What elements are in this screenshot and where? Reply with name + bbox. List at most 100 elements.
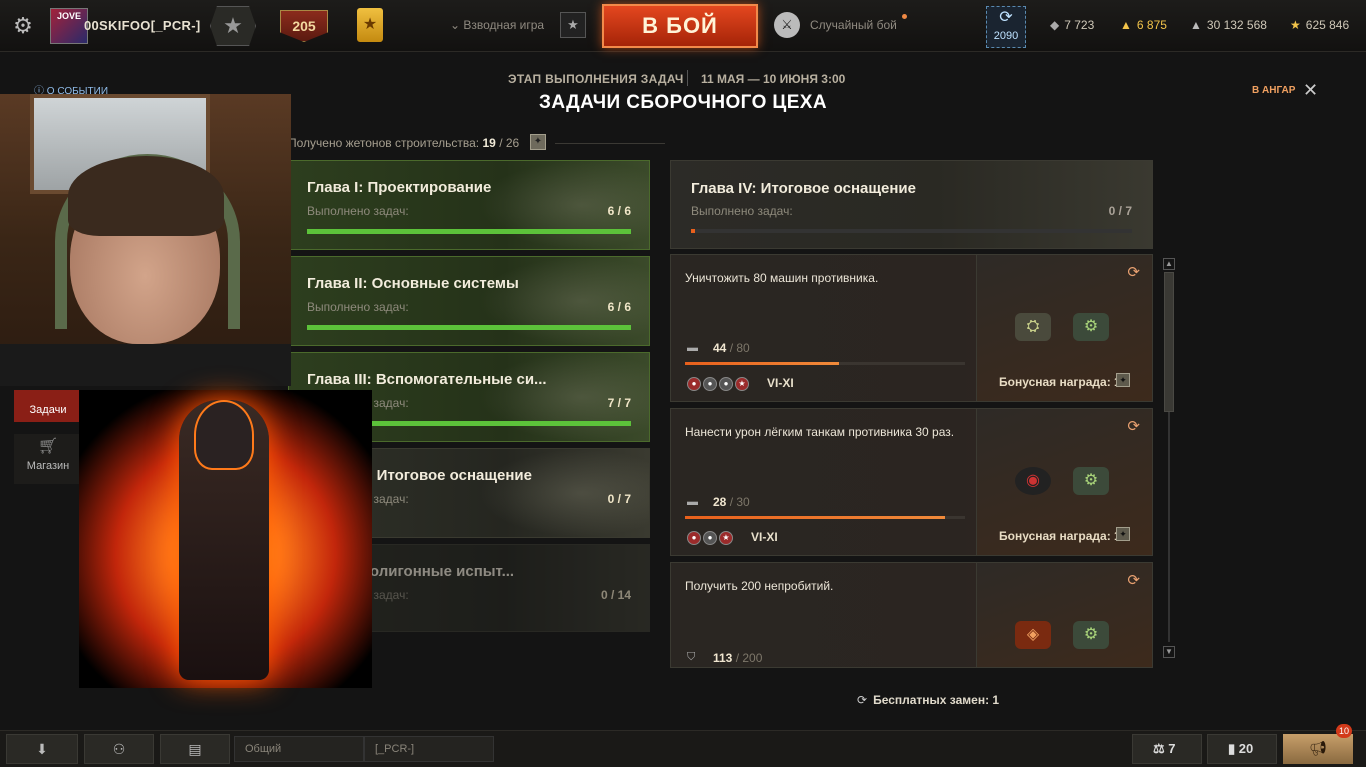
credits-icon: ▲ bbox=[1190, 18, 1202, 32]
rank-star-icon[interactable]: ★ bbox=[210, 6, 256, 46]
settings-gear-icon[interactable]: ⚙ bbox=[10, 13, 36, 39]
account-level-badge[interactable]: 205 bbox=[280, 10, 328, 42]
task-progress-fill bbox=[685, 516, 946, 519]
scroll-thumb[interactable] bbox=[1164, 272, 1174, 412]
free-swaps-label: Бесплатных замен: 1 bbox=[873, 693, 1000, 707]
chapter-subtitle: Выполнено задач: bbox=[307, 204, 409, 218]
nation-icon: ★ bbox=[719, 531, 733, 545]
reward-item-icon[interactable]: ⚙ bbox=[1073, 313, 1109, 341]
chapter-card-2[interactable]: Глава II: Основные системы Выполнено зад… bbox=[288, 256, 650, 346]
sidebar-item-shop[interactable]: 🛒︎ Магазин bbox=[14, 434, 82, 484]
reward-item-icon[interactable]: ⚙ bbox=[1073, 467, 1109, 495]
swap-task-icon[interactable]: ⟳ bbox=[1127, 263, 1140, 281]
nation-icon: ● bbox=[703, 531, 717, 545]
scroll-up-icon[interactable]: ▲ bbox=[1163, 258, 1175, 270]
task-progress-text: 113 / 200 bbox=[713, 651, 762, 665]
task-progress-text: 28 / 30 bbox=[713, 495, 750, 509]
webcam-hair bbox=[68, 156, 224, 236]
chat-channel-clan[interactable]: [_PCR-] bbox=[364, 736, 494, 762]
task-progress-fill bbox=[685, 362, 839, 365]
free-swaps: ⟳ Бесплатных замен: 1 bbox=[857, 693, 999, 707]
selected-chapter-header: Глава IV: Итоговое оснащение Выполнено з… bbox=[670, 160, 1153, 249]
chapter-count: 7 / 7 bbox=[607, 396, 631, 410]
currency-credits[interactable]: ▲ 30 132 568 bbox=[1190, 18, 1267, 32]
back-to-hangar-link[interactable]: В АНГАР bbox=[1252, 85, 1295, 96]
handshake-icon[interactable]: ⚇ bbox=[84, 734, 154, 764]
free-xp-value: 625 846 bbox=[1305, 18, 1350, 32]
chapter-card-1[interactable]: Глава I: Проектирование Выполнено задач:… bbox=[288, 160, 650, 250]
task-total: / 80 bbox=[729, 341, 750, 355]
chat-bubbles-icon[interactable]: ▤ bbox=[160, 734, 230, 764]
tokens-counter: Получено жетонов строительства: 19 / 26 bbox=[288, 136, 519, 150]
task-tier: VI-XI bbox=[751, 530, 778, 544]
credits-value: 30 132 568 bbox=[1206, 18, 1267, 32]
sidebar-item-label: Магазин bbox=[26, 460, 70, 472]
scales-icon: ⚖ bbox=[1153, 741, 1169, 756]
ranking-value: 20 bbox=[1238, 741, 1254, 756]
battle-mode-label[interactable]: Случайный бой bbox=[810, 18, 897, 32]
loot-box-count: 2090 bbox=[993, 30, 1019, 42]
chapter-count: 6 / 6 bbox=[607, 300, 631, 314]
tokens-value: 19 bbox=[482, 136, 496, 150]
chapter-progress-bar bbox=[307, 229, 631, 234]
reward-item-icon[interactable]: ⛭ bbox=[1015, 313, 1051, 341]
task-card-2[interactable]: Нанести урон лёгким танкам противника 30… bbox=[670, 408, 1153, 556]
task-card-1[interactable]: Уничтожить 80 машин противника. ▬ 44 / 8… bbox=[670, 254, 1153, 402]
top-bar: ⚙ JOVE 00SKIFOO[_PCR-] ★ 205 ★ ⌄ Взводна… bbox=[0, 0, 1366, 52]
task-current: 44 bbox=[713, 341, 727, 355]
bottom-bar: ⬇ ⚇ ▤ Общий [_PCR-] ⚖ 7 ▮ 20 📢︎ 10 bbox=[0, 724, 1366, 767]
loot-box-button[interactable]: ⟳ 2090 bbox=[986, 6, 1026, 48]
tank-icon: ▬ bbox=[687, 342, 698, 354]
gold-value: 6 875 bbox=[1136, 18, 1167, 32]
currency-gold[interactable]: ▲ 6 875 bbox=[1120, 18, 1167, 32]
token-icon: ✦ bbox=[530, 134, 546, 150]
task-description: Уничтожить 80 машин противника. bbox=[685, 271, 879, 285]
platoon-label: Взводная игра bbox=[463, 18, 545, 32]
webcam-overlay bbox=[0, 94, 291, 386]
battle-mode-icon[interactable]: ⚔ bbox=[774, 12, 800, 38]
tokens-label: Получено жетонов строительства: bbox=[288, 136, 480, 150]
currency-free-xp[interactable]: ★ 625 846 bbox=[1290, 18, 1349, 32]
task-card-3[interactable]: Получить 200 непробитий. ⛉ 113 / 200 ⟳ ◈… bbox=[670, 562, 1153, 668]
balance-stat[interactable]: ⚖ 7 bbox=[1132, 734, 1202, 764]
sidebar-item-tasks[interactable]: Задачи bbox=[14, 390, 82, 422]
chat-channel-general[interactable]: Общий bbox=[234, 736, 364, 762]
swap-task-icon[interactable]: ⟳ bbox=[1127, 417, 1140, 435]
currency-bonds[interactable]: ◆ 7 723 bbox=[1050, 18, 1094, 32]
nation-icon: ● bbox=[719, 377, 733, 391]
swap-task-icon[interactable]: ⟳ bbox=[1127, 571, 1140, 589]
clan-logo[interactable]: JOVE bbox=[50, 8, 88, 44]
nation-icon: ● bbox=[687, 377, 701, 391]
chapter-progress-fill bbox=[307, 229, 631, 234]
notification-dot bbox=[902, 14, 907, 19]
token-icon: ✦ bbox=[1116, 527, 1130, 541]
task-progress-bar bbox=[685, 362, 965, 365]
notifications-button[interactable]: 📢︎ bbox=[1283, 734, 1353, 764]
task-scrollbar[interactable]: ▲ ▼ bbox=[1163, 258, 1175, 658]
close-icon[interactable]: ✕ bbox=[1303, 80, 1318, 101]
platoon-button[interactable]: ⌄ Взводная игра bbox=[450, 18, 544, 32]
task-total: / 200 bbox=[735, 651, 763, 665]
webcam-shirt bbox=[0, 344, 291, 386]
chapter-subtitle: Выполнено задач: bbox=[307, 300, 409, 314]
platoon-icon[interactable]: ★ bbox=[560, 12, 586, 38]
nation-icon: ● bbox=[687, 531, 701, 545]
chapter-title: Глава II: Основные системы bbox=[307, 275, 519, 292]
notifications-count-badge: 10 bbox=[1336, 724, 1352, 738]
download-icon[interactable]: ⬇ bbox=[6, 734, 78, 764]
task-description: Получить 200 непробитий. bbox=[685, 579, 834, 593]
task-current: 113 bbox=[713, 651, 733, 665]
chevron-down-icon: ⌄ bbox=[450, 18, 464, 32]
scroll-down-icon[interactable]: ▼ bbox=[1163, 646, 1175, 658]
reward-item-icon[interactable]: ◉ bbox=[1015, 467, 1051, 495]
tank-icon: ▬ bbox=[687, 496, 698, 508]
bonus-reward-label: Бонусная награда: 1 bbox=[999, 529, 1121, 543]
reward-item-icon[interactable]: ◈ bbox=[1015, 621, 1051, 649]
reward-item-icon[interactable]: ⚙ bbox=[1073, 621, 1109, 649]
clan-tag: JOVE bbox=[56, 11, 81, 21]
battle-button[interactable]: В БОЙ bbox=[602, 4, 758, 48]
ranking-stat[interactable]: ▮ 20 bbox=[1207, 734, 1277, 764]
player-name[interactable]: 00SKIFOO[_PCR-] bbox=[84, 18, 200, 33]
shop-bag-icon[interactable]: ★ bbox=[357, 8, 383, 42]
task-description: Нанести урон лёгким танкам противника 30… bbox=[685, 425, 955, 439]
